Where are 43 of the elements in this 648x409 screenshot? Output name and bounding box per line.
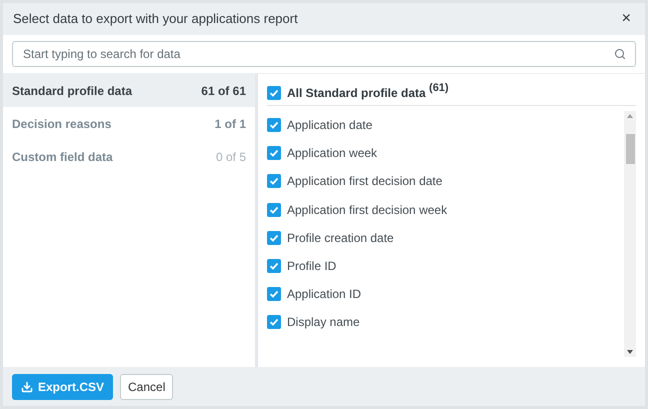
checkbox[interactable] <box>267 146 281 160</box>
checkbox[interactable] <box>267 287 281 302</box>
category-count: 61 of 61 <box>201 82 246 100</box>
category-label: Standard profile data <box>12 82 132 100</box>
check-icon <box>269 148 279 158</box>
field-label: Application first decision date <box>287 173 442 190</box>
up-arrow-icon <box>627 114 633 118</box>
field-label: Display name <box>287 314 360 332</box>
checkbox[interactable] <box>267 86 281 100</box>
close-button[interactable]: × <box>618 11 635 27</box>
category-item[interactable]: Standard profile data 61 of 61 <box>3 74 255 107</box>
search-field[interactable]: Start typing to search for data <box>12 41 636 67</box>
check-icon <box>269 204 279 215</box>
checkbox[interactable] <box>267 315 281 330</box>
category-count: 0 of 5 <box>216 148 246 166</box>
category-label: Decision reasons <box>12 116 112 132</box>
check-icon <box>269 120 279 130</box>
down-arrow-icon <box>627 350 633 354</box>
scrollbar[interactable] <box>624 111 636 357</box>
checkbox[interactable] <box>267 259 281 274</box>
field-label: Profile creation date <box>287 230 394 247</box>
checkbox[interactable] <box>267 230 281 245</box>
cancel-button[interactable]: Cancel <box>120 374 174 400</box>
check-icon <box>269 88 279 98</box>
download-icon <box>21 380 33 392</box>
checkbox[interactable] <box>267 202 281 217</box>
checkbox[interactable] <box>267 118 281 132</box>
search-icon <box>614 48 626 60</box>
check-icon <box>269 317 279 328</box>
check-icon <box>269 261 279 272</box>
field-label: Application ID <box>287 286 362 304</box>
category-count: 1 of 1 <box>214 116 246 132</box>
scroll-thumb[interactable] <box>626 134 634 164</box>
field-label: Profile ID <box>287 258 336 276</box>
category-label: Custom field data <box>12 148 113 166</box>
check-icon <box>269 289 279 300</box>
checkbox[interactable] <box>267 174 281 188</box>
field-label: Application week <box>287 145 378 162</box>
field-label: Application date <box>287 117 372 134</box>
dialog-title: Select data to export with your applications report <box>13 10 298 28</box>
check-icon <box>269 232 279 243</box>
check-icon <box>269 176 279 186</box>
field-label: Application first decision week <box>287 202 448 219</box>
